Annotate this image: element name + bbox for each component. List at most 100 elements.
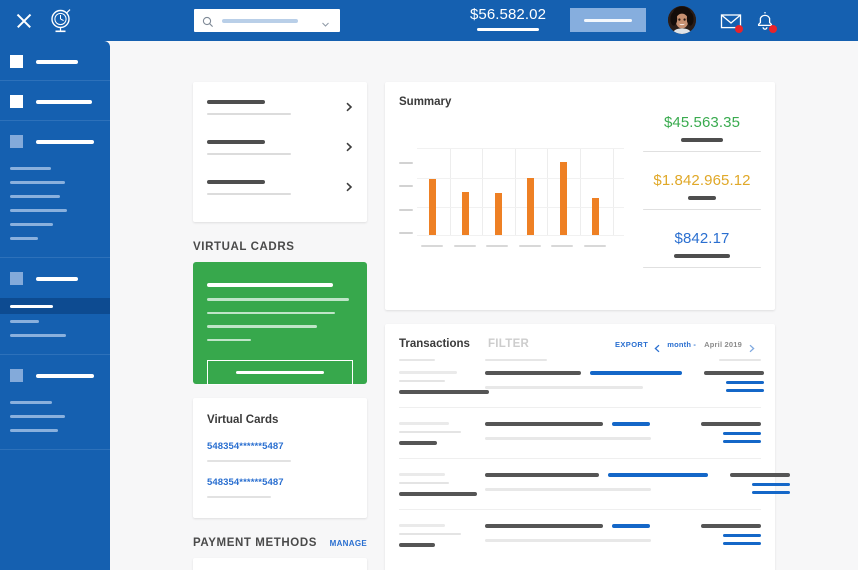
sidebar-item-3[interactable] <box>0 135 110 148</box>
virtual-card-underline <box>207 460 291 462</box>
chart-plot-area <box>417 148 624 235</box>
chevron-right-icon[interactable] <box>344 139 354 149</box>
transaction-tag[interactable] <box>612 422 650 426</box>
primary-action-button[interactable] <box>570 8 646 32</box>
sidebar-subitem-3-1[interactable] <box>10 161 110 175</box>
shortcut-item-title <box>207 180 265 184</box>
transaction-amount-value <box>730 473 790 477</box>
chevron-right-icon[interactable] <box>344 99 354 109</box>
transactions-column-header <box>719 359 761 361</box>
sidebar-group-1 <box>0 41 110 81</box>
summary-title: Summary <box>399 96 761 108</box>
transactions-filter-button[interactable]: FILTER <box>488 338 529 350</box>
transaction-title-row <box>485 371 682 375</box>
transaction-date <box>399 543 435 547</box>
mail-badge <box>735 25 743 33</box>
promo-card-line <box>207 325 317 328</box>
table-row[interactable] <box>399 361 761 407</box>
export-button[interactable]: EXPORT <box>615 340 648 349</box>
sidebar-subitem-5-2[interactable] <box>10 409 110 423</box>
table-row[interactable] <box>399 407 761 458</box>
promo-card-button[interactable] <box>207 360 353 385</box>
transaction-tag[interactable] <box>608 473 708 477</box>
sidebar-item-5[interactable] <box>0 369 110 382</box>
sidebar-subitem-3-2[interactable] <box>10 175 110 189</box>
sidebar-subitem-4-1[interactable] <box>0 298 110 314</box>
sidebar-group-2 <box>0 81 110 121</box>
transaction-meta-line <box>399 422 449 425</box>
transaction-amount-detail <box>752 483 790 486</box>
mail-icon[interactable] <box>720 10 742 32</box>
sidebar-subitem-label <box>10 167 51 170</box>
sidebar-subitem-4-3[interactable] <box>10 328 110 342</box>
transaction-subtitle <box>485 488 651 491</box>
shortcut-list-item[interactable] <box>193 96 367 136</box>
clock-gauge-logo[interactable] <box>46 6 76 36</box>
promo-card-line <box>207 298 349 301</box>
sidebar-subitem-5-1[interactable] <box>10 395 110 409</box>
bell-icon[interactable] <box>754 10 776 32</box>
close-icon[interactable] <box>14 11 34 31</box>
sidebar-subitem-3-6[interactable] <box>10 231 110 245</box>
transaction-amount <box>724 473 790 496</box>
sidebar-subitem-3-4[interactable] <box>10 203 110 217</box>
chevron-right-icon[interactable] <box>747 340 756 349</box>
virtual-cards-heading-label: VIRTUAL CADRS <box>193 241 295 253</box>
transaction-amount-value <box>704 371 764 375</box>
transactions-controls: EXPORT month - April 2019 <box>615 340 761 349</box>
chart-x-tick-label <box>584 245 606 247</box>
sidebar <box>0 41 110 570</box>
search-field[interactable] <box>194 9 340 32</box>
shortcut-list-item[interactable] <box>193 136 367 176</box>
transaction-subtitle <box>485 386 643 389</box>
table-row[interactable] <box>399 509 761 560</box>
shortcut-list-item[interactable] <box>193 176 367 216</box>
table-row[interactable] <box>399 458 761 509</box>
top-bar: $56.582.02 <box>0 0 858 41</box>
stat-volume: $1.842.965.12 <box>643 172 761 210</box>
period-label[interactable]: month - <box>667 340 696 349</box>
sidebar-subnav <box>0 161 110 245</box>
sidebar-subitem-label <box>10 209 67 212</box>
virtual-cards-card: Virtual Cards 548354******5487548354****… <box>193 398 367 518</box>
stat-fees-divider <box>643 267 761 269</box>
virtual-card-item[interactable]: 548354******5487 <box>207 441 353 462</box>
chart-y-tick-label <box>399 209 413 211</box>
sidebar-item-4[interactable] <box>0 272 110 285</box>
chevron-left-icon[interactable] <box>653 340 662 349</box>
summary-stats: $45.563.35$1.842.965.12$842.17 <box>643 114 761 288</box>
transaction-title <box>485 422 603 426</box>
account-balance: $56.582.02 <box>466 6 550 31</box>
sidebar-item-2[interactable] <box>0 95 110 108</box>
right-column: Summary $45.563.35$1.842.965.12$842.17 T… <box>385 82 775 570</box>
search-icon <box>202 15 214 27</box>
transaction-meta-line <box>399 380 445 383</box>
avatar[interactable] <box>668 6 696 34</box>
nav-icon-5 <box>10 369 23 382</box>
sidebar-subitem-5-3[interactable] <box>10 423 110 437</box>
virtual-card-item[interactable]: 548354******5487 <box>207 477 353 498</box>
manage-payment-methods-link[interactable]: MANAGE <box>330 539 367 548</box>
shortcut-item-subtitle <box>207 153 291 156</box>
primary-action-button-label <box>584 19 632 22</box>
stat-fees-value: $842.17 <box>643 230 761 247</box>
chart-bar <box>429 179 436 235</box>
transactions-header: Transactions FILTER EXPORT month - April… <box>399 338 761 350</box>
sidebar-subitem-4-2[interactable] <box>10 314 110 328</box>
sidebar-subitem-3-5[interactable] <box>10 217 110 231</box>
transaction-tag[interactable] <box>612 524 650 528</box>
period-value: April 2019 <box>704 340 742 349</box>
chevron-right-icon[interactable] <box>344 179 354 189</box>
sidebar-subitem-3-3[interactable] <box>10 189 110 203</box>
transaction-meta-line <box>399 431 461 434</box>
promo-card-line <box>207 339 251 342</box>
nav-icon-3 <box>10 135 23 148</box>
transaction-tag[interactable] <box>590 371 682 375</box>
sidebar-item-1[interactable] <box>0 55 110 68</box>
chart-bar <box>495 193 502 235</box>
chevron-down-icon[interactable] <box>321 16 330 25</box>
chart-bar <box>592 198 599 235</box>
search-input-placeholder[interactable] <box>222 19 298 23</box>
payment-methods-heading: PAYMENT METHODS MANAGE <box>193 537 367 549</box>
transactions-column-header <box>485 359 547 361</box>
